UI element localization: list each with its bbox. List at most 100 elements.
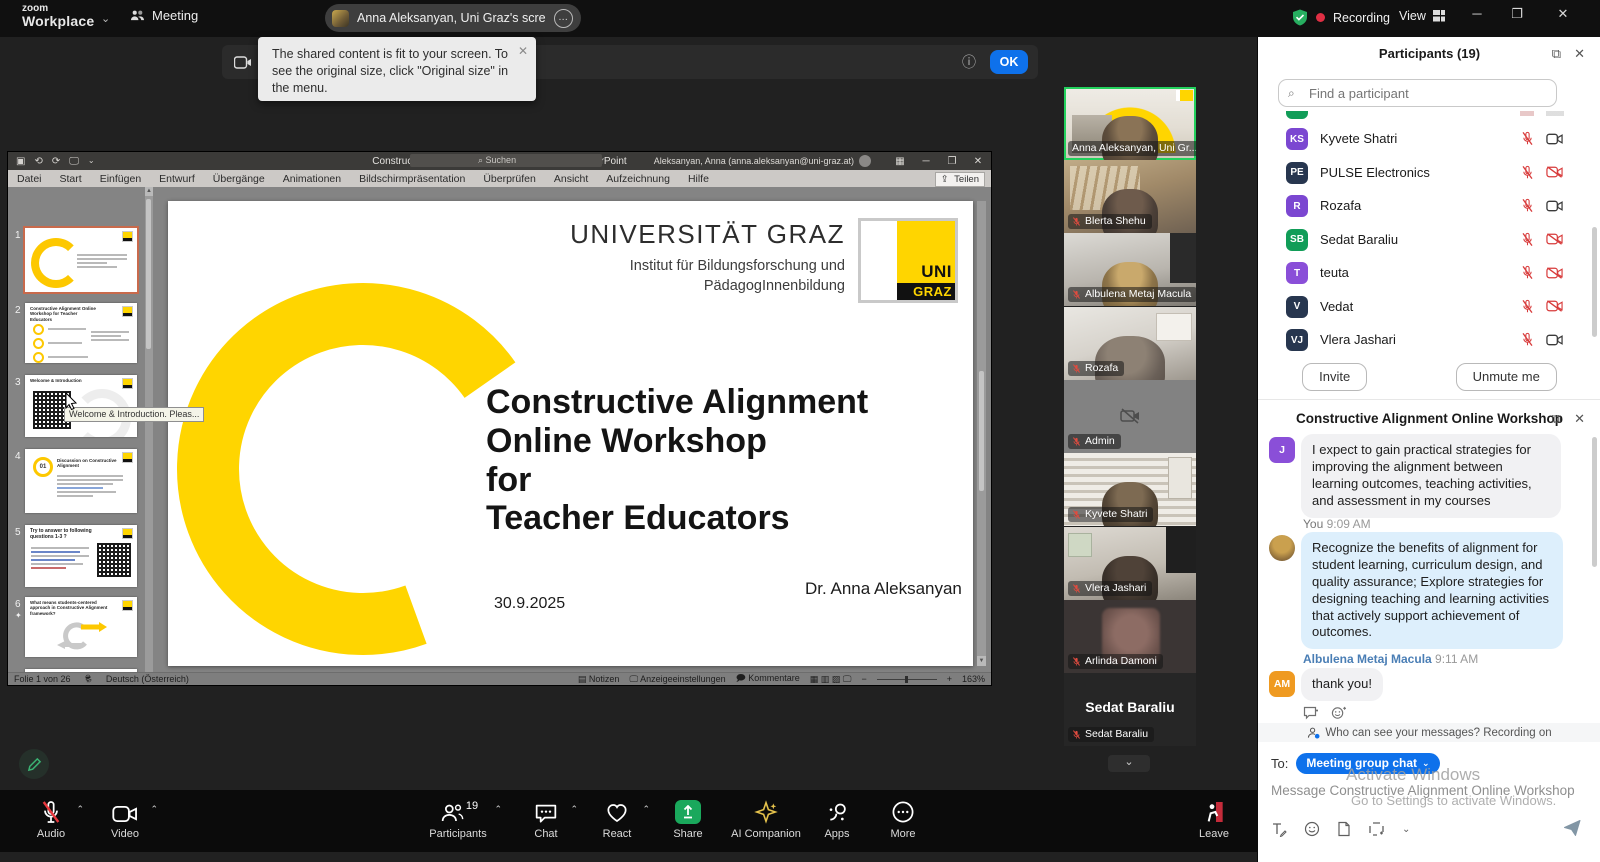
chat-message[interactable]: I expect to gain practical strategies fo… — [1301, 434, 1561, 518]
video-tile-kyvete[interactable]: Kyvete Shatri — [1064, 453, 1196, 526]
security-shield-icon[interactable] — [1292, 9, 1308, 26]
scroll-down-arrow-icon[interactable]: ▼ — [977, 656, 986, 666]
screenshot-icon[interactable] — [1368, 821, 1385, 837]
to-target-dropdown[interactable]: Meeting group chat ⌄ — [1296, 753, 1439, 774]
shared-screen-options-icon[interactable]: … — [554, 9, 573, 28]
notes-button[interactable]: ▤ Notizen — [578, 674, 620, 685]
video-tile-blerta[interactable]: Blerta Shehu — [1064, 160, 1196, 233]
ribbon-tab-hilfe[interactable]: Hilfe — [679, 173, 718, 185]
chat-scrollbar[interactable] — [1592, 437, 1597, 567]
chat-privacy-note[interactable]: Who can see your messages? Recording on — [1258, 723, 1600, 742]
banner-ok-button[interactable]: OK — [990, 50, 1028, 74]
video-tile-vlera[interactable]: Vlera Jashari — [1064, 527, 1196, 600]
chat-options-chevron[interactable]: ⌃ — [570, 804, 578, 815]
participant-search-input[interactable] — [1278, 79, 1557, 107]
ribbon-tab-einfuegen[interactable]: Einfügen — [91, 173, 150, 185]
slide-thumbnail-5[interactable]: Try to answer to following questions 1-3… — [25, 525, 137, 587]
mic-muted-icon[interactable] — [1521, 198, 1534, 213]
camera-off-icon[interactable] — [1546, 166, 1563, 178]
leave-button[interactable]: Leave — [1186, 798, 1242, 840]
invite-button[interactable]: Invite — [1302, 363, 1367, 391]
language-status[interactable]: Deutsch (Österreich) — [106, 674, 189, 684]
video-tile-anna[interactable]: Anna Aleksanyan, Uni Gr... — [1064, 87, 1196, 160]
react-button[interactable]: ⌃ React — [590, 798, 644, 840]
participants-scrollbar[interactable] — [1592, 227, 1597, 337]
ppt-restore-button[interactable]: ❐ — [939, 156, 965, 167]
participant-row[interactable]: SB Sedat Baraliu — [1258, 224, 1600, 257]
comments-button[interactable]: 🗩 Kommentare — [736, 671, 800, 687]
camera-off-icon[interactable] — [1546, 233, 1563, 245]
ai-companion-button[interactable]: AI Companion — [726, 798, 806, 840]
tab-meeting[interactable]: Meeting — [130, 8, 198, 23]
participants-popout-icon[interactable]: ⧉ — [1552, 46, 1561, 62]
ribbon-tab-ansicht[interactable]: Ansicht — [545, 173, 597, 185]
audio-button[interactable]: ⌃ Audio — [22, 798, 80, 840]
participant-row[interactable]: VJ Vlera Jashari — [1258, 324, 1600, 357]
view-button[interactable]: View — [1399, 9, 1446, 23]
slide-scrollbar[interactable]: ▼ — [977, 201, 986, 666]
participants-options-chevron[interactable]: ⌃ — [494, 804, 502, 815]
send-message-icon[interactable] — [1563, 819, 1582, 837]
quick-access-toolbar[interactable]: ▣ ⟲ ⟳ 🖵 ⌄ — [16, 156, 95, 167]
ppt-ribbon-display-icon[interactable]: ▦ — [887, 156, 913, 167]
tooltip-close-icon[interactable]: ✕ — [518, 43, 528, 59]
chat-button[interactable]: ⌃ Chat — [520, 798, 572, 840]
video-tile-arlinda[interactable]: Arlinda Damoni — [1064, 600, 1196, 673]
qat-dropdown-icon[interactable]: ⌄ — [88, 156, 95, 167]
banner-info-icon[interactable]: ⓘ — [962, 52, 976, 72]
redo-icon[interactable]: ⟳ — [52, 156, 60, 167]
emoji-icon[interactable] — [1304, 821, 1320, 837]
ribbon-tab-ueberpruefen[interactable]: Überprüfen — [474, 173, 545, 185]
participant-row[interactable]: V Vedat — [1258, 291, 1600, 324]
workspace-dropdown-icon[interactable]: ⌄ — [101, 12, 110, 25]
chevron-down-icon[interactable]: ⌄ — [1402, 824, 1410, 835]
chat-message[interactable]: Recognize the benefits of alignment for … — [1301, 532, 1563, 649]
ppt-minimize-button[interactable]: ─ — [913, 156, 939, 167]
participants-close-icon[interactable]: ✕ — [1574, 46, 1585, 62]
video-button[interactable]: ⌃ Video — [96, 798, 154, 840]
camera-on-icon[interactable] — [1546, 200, 1563, 212]
attach-file-icon[interactable] — [1337, 821, 1351, 837]
video-tile-admin[interactable]: Admin — [1064, 380, 1196, 453]
mic-muted-icon[interactable] — [1521, 131, 1534, 146]
participants-button[interactable]: 19 ⌃ Participants — [420, 798, 496, 840]
participant-row[interactable]: T teuta — [1258, 257, 1600, 290]
display-settings-button[interactable]: 🖵 Anzeigeeinstellungen — [629, 674, 725, 685]
slide-thumbnail-4[interactable]: 01 Discussion on Constructive Alignment — [25, 449, 137, 513]
share-teilen-button[interactable]: ⇪ Teilen — [935, 172, 985, 187]
video-tile-rozafa[interactable]: Rozafa — [1064, 307, 1196, 380]
zoom-slider[interactable] — [877, 679, 937, 680]
slide-thumbnail-6[interactable]: What means students-centered approach in… — [25, 597, 137, 657]
chat-input[interactable]: Message Constructive Alignment Online Wo… — [1271, 783, 1593, 798]
camera-on-icon[interactable] — [1546, 133, 1563, 145]
participant-row[interactable]: KS Kyvete Shatri — [1258, 123, 1600, 156]
ppt-close-button[interactable]: ✕ — [965, 156, 991, 167]
powerpoint-search-box[interactable]: ⌕ Suchen — [410, 154, 602, 167]
ribbon-tab-animationen[interactable]: Animationen — [274, 173, 350, 185]
share-button[interactable]: Share — [660, 798, 716, 840]
zoom-level[interactable]: 163% — [962, 674, 985, 684]
video-tile-sedat[interactable]: Sedat Baraliu Sedat Baraliu — [1064, 673, 1196, 746]
office-account[interactable]: Aleksanyan, Anna (anna.aleksanyan@uni-gr… — [654, 152, 871, 170]
window-maximize-button[interactable]: ❐ — [1502, 6, 1532, 22]
window-minimize-button[interactable]: ─ — [1462, 6, 1492, 21]
react-options-chevron[interactable]: ⌃ — [642, 804, 650, 815]
slide-thumbnail-1[interactable] — [25, 228, 137, 292]
chat-sender[interactable]: Albulena Metaj Macula — [1303, 652, 1432, 666]
scroll-up-arrow-icon[interactable]: ▲ — [145, 187, 153, 196]
camera-off-icon[interactable] — [1546, 300, 1563, 312]
scrollbar-thumb[interactable] — [146, 199, 151, 349]
ribbon-tab-bildschirmpraesentation[interactable]: Bildschirmpräsentation — [350, 173, 474, 185]
slide-thumbnail-3[interactable]: Welcome & Introduction — [25, 375, 137, 437]
window-close-button[interactable]: ✕ — [1548, 6, 1578, 22]
slide-thumbnail-2[interactable]: Constructive Alignment Online Workshop f… — [25, 303, 137, 363]
unmute-me-button[interactable]: Unmute me — [1456, 363, 1557, 391]
add-reaction-icon[interactable] — [1331, 706, 1346, 720]
ribbon-tab-uebergaenge[interactable]: Übergänge — [204, 173, 274, 185]
ribbon-tab-start[interactable]: Start — [51, 173, 91, 185]
chat-close-icon[interactable]: ✕ — [1574, 411, 1585, 427]
ribbon-tab-aufzeichnung[interactable]: Aufzeichnung — [597, 173, 679, 185]
ribbon-tab-datei[interactable]: Datei — [8, 173, 51, 185]
mic-muted-icon[interactable] — [1521, 165, 1534, 180]
camera-off-icon[interactable] — [1546, 267, 1563, 279]
